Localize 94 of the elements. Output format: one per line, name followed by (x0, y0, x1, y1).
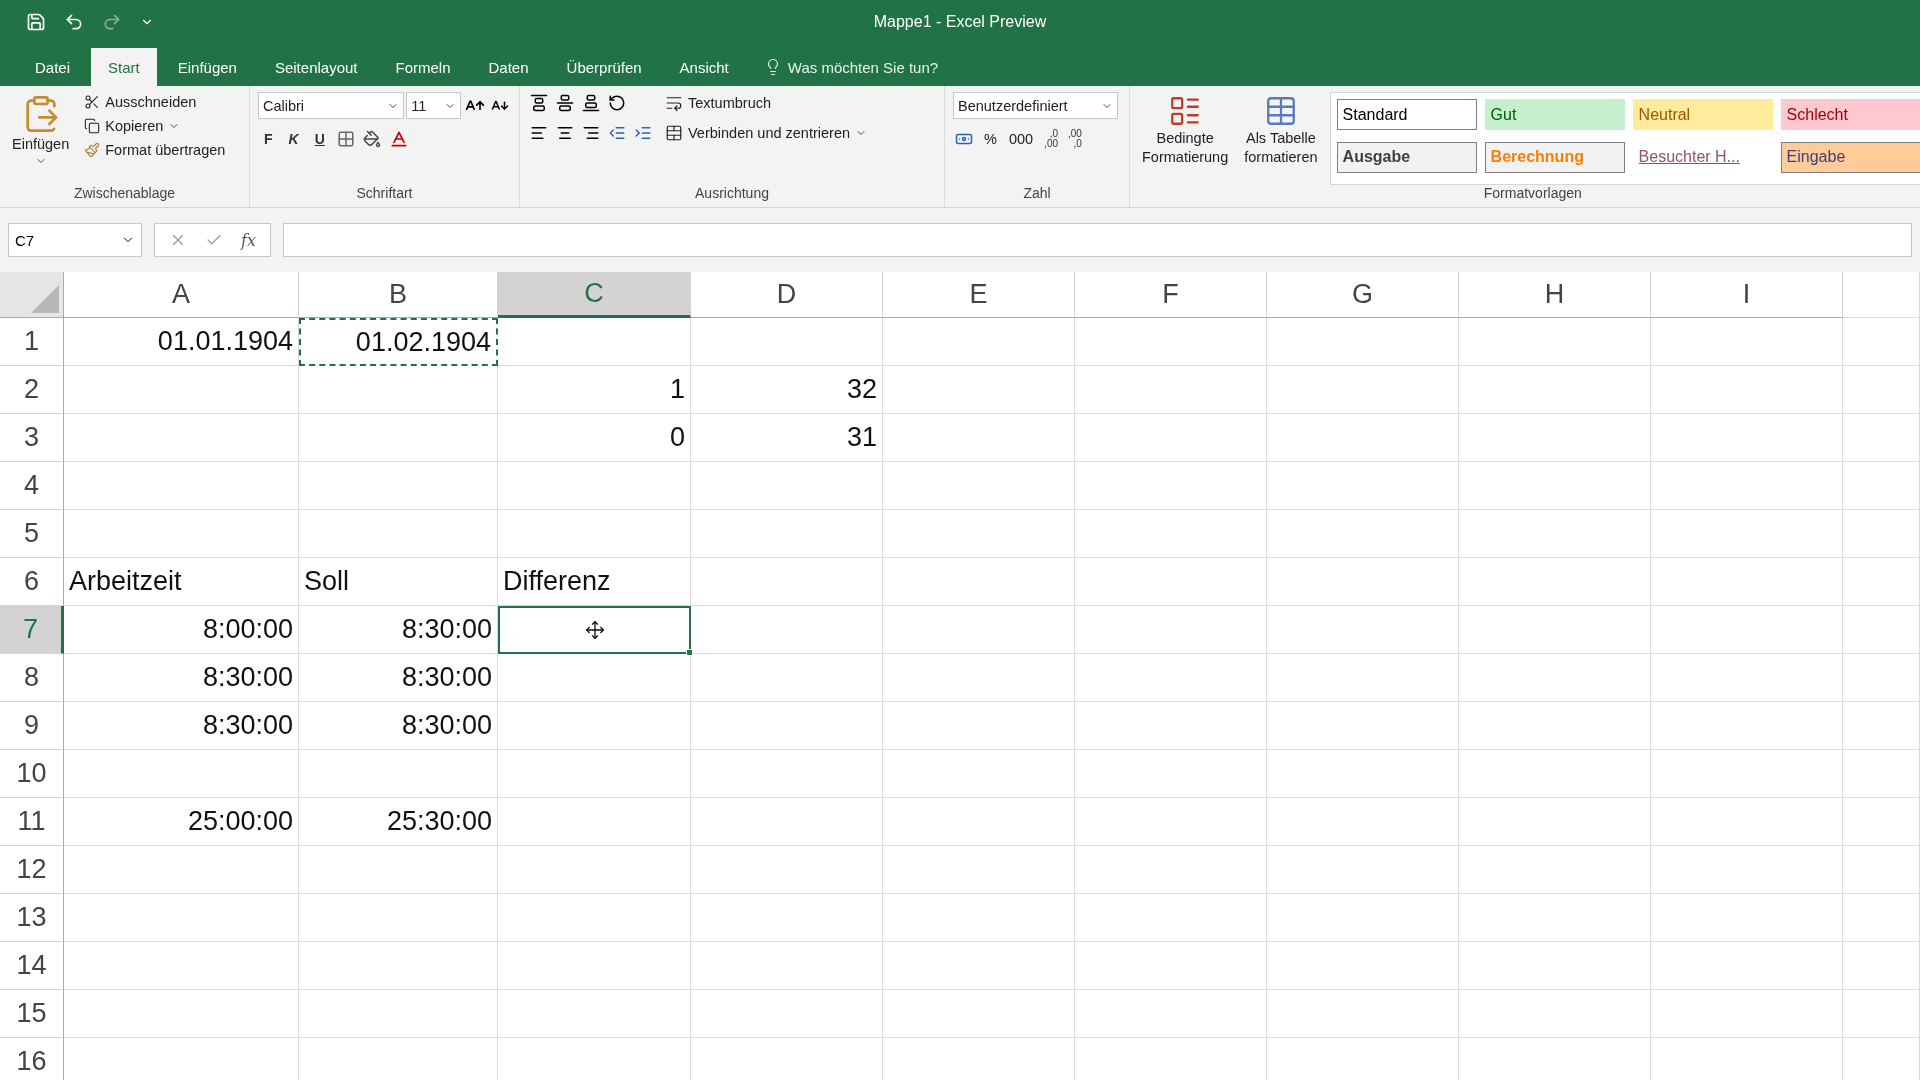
row-header[interactable]: 4 (0, 462, 64, 510)
table-cell: 25:00:00 (64, 798, 299, 846)
table-cell: 31 (691, 414, 883, 462)
ribbon-tab[interactable]: Ansicht (662, 48, 746, 86)
column-header[interactable]: B (299, 272, 498, 318)
ribbon-tab[interactable]: Einfügen (160, 48, 254, 86)
triangle-icon (31, 285, 59, 313)
table-cell: 25:30:00 (299, 798, 498, 846)
table-cell: 8:30:00 (64, 654, 299, 702)
table-cell: 8:30:00 (299, 654, 498, 702)
font-name-field[interactable]: Calibri (258, 92, 405, 119)
merge-center-button[interactable]: Verbinden und zentrieren (662, 122, 871, 144)
table-cell: 32 (691, 366, 883, 414)
merge-cells-icon (665, 124, 683, 142)
decrease-decimal-button[interactable]: ,00 ,0 (1066, 127, 1084, 151)
column-header[interactable]: D (691, 272, 883, 318)
cell-style[interactable]: Schlecht (1780, 99, 1920, 130)
row-header[interactable]: 10 (0, 750, 64, 798)
font-size-field[interactable]: 11 (406, 92, 461, 119)
window-title: Mappe1 - Excel Preview (873, 12, 1047, 30)
cell-style[interactable]: Ausgabe (1336, 141, 1477, 173)
column-header[interactable]: C (498, 272, 691, 318)
group-label: Formatvorlagen (1482, 185, 1583, 203)
row-header[interactable]: 2 (0, 366, 64, 414)
format-as-table-button[interactable]: Als Tabelle formatieren (1240, 92, 1322, 185)
column-header[interactable]: A (64, 272, 299, 318)
top-align-icon[interactable] (528, 92, 550, 114)
move-cursor-icon (584, 620, 605, 640)
ribbon-tab[interactable]: Seitenlayout (257, 48, 375, 86)
percent-button[interactable]: % (981, 129, 1000, 149)
formula-buttons: fx (154, 223, 271, 257)
format-painter-button[interactable]: Format übertragen (81, 140, 229, 160)
row-header[interactable]: 6 (0, 558, 64, 606)
paintbrush-icon (84, 142, 101, 158)
row-header[interactable]: 7 (0, 606, 64, 654)
bold-button[interactable]: F (258, 129, 279, 149)
group-label: Ausrichtung (694, 185, 770, 203)
row-header[interactable]: 11 (0, 798, 64, 846)
wrap-text-icon (665, 94, 683, 112)
tell-me-field[interactable]: Was möchten Sie tun? (763, 48, 939, 86)
increase-decimal-button[interactable]: ,0 ,00 (1042, 127, 1060, 151)
cell-style[interactable]: Neutral (1632, 99, 1773, 130)
row-header[interactable]: 12 (0, 846, 64, 894)
group-label: Zahl (1022, 185, 1052, 203)
row-header[interactable]: 14 (0, 942, 64, 990)
copy-icon (84, 118, 101, 134)
scissors-icon (84, 94, 101, 110)
group-label: Schriftart (355, 185, 414, 203)
table-cell: 1 (498, 366, 691, 414)
row-header[interactable]: 13 (0, 894, 64, 942)
italic-button[interactable]: K (282, 129, 305, 149)
copy-button[interactable]: Kopieren (81, 116, 229, 136)
column-header[interactable]: H (1459, 272, 1651, 318)
table-cell: Soll (299, 558, 498, 606)
middle-align-icon[interactable] (554, 92, 576, 114)
cell-style[interactable]: Standard (1336, 99, 1477, 130)
cut-button[interactable]: Ausschneiden (81, 92, 229, 112)
table-cell: Differenz (498, 558, 691, 606)
row-header[interactable]: 3 (0, 414, 64, 462)
column-header[interactable]: E (883, 272, 1075, 318)
table-cell: 8:30:00 (299, 702, 498, 750)
table-cell: 01.01.1904 (64, 318, 299, 366)
underline-button[interactable]: U (308, 129, 331, 149)
row-header[interactable]: 1 (0, 318, 64, 366)
selected-cell[interactable] (498, 606, 691, 654)
table-cell: 8:30:00 (299, 606, 498, 654)
row-header[interactable]: 9 (0, 702, 64, 750)
group-label: Zwischenablage (72, 185, 177, 203)
table-cell: Arbeitzeit (64, 558, 299, 606)
row-header[interactable]: 8 (0, 654, 64, 702)
conditional-formatting-button[interactable]: Bedingte Formatierung (1138, 92, 1233, 185)
column-header[interactable]: G (1267, 272, 1459, 318)
ribbon-tab[interactable]: Start (91, 48, 157, 86)
table-cell: 8:30:00 (64, 702, 299, 750)
ribbon-tab[interactable]: Formeln (378, 48, 468, 86)
paste-button[interactable]: Einfügen (8, 92, 74, 185)
table-cell: 8:00:00 (64, 606, 299, 654)
formula-input[interactable] (282, 223, 1912, 257)
wrap-text-button[interactable]: Textumbruch (662, 92, 871, 114)
column-header[interactable]: I (1651, 272, 1843, 318)
ribbon-tab[interactable]: Überprüfen (549, 48, 659, 86)
column-header[interactable]: F (1075, 272, 1267, 318)
table-cell: 0 (498, 414, 691, 462)
ribbon-tab[interactable]: Datei (18, 48, 88, 86)
bottom-align-icon[interactable] (580, 92, 602, 114)
table-cell: 01.02.1904 (299, 318, 498, 366)
cell-style[interactable]: Gut (1484, 99, 1625, 130)
thousands-button[interactable]: 000 (1005, 129, 1037, 149)
number-format-field[interactable]: Benutzerdefiniert (953, 92, 1118, 119)
name-box[interactable]: C7 (8, 223, 142, 257)
ribbon-tab[interactable]: Daten (471, 48, 546, 86)
row-header[interactable]: 15 (0, 990, 64, 1038)
cell-style[interactable]: Eingabe (1780, 141, 1920, 173)
row-header[interactable]: 5 (0, 510, 64, 558)
